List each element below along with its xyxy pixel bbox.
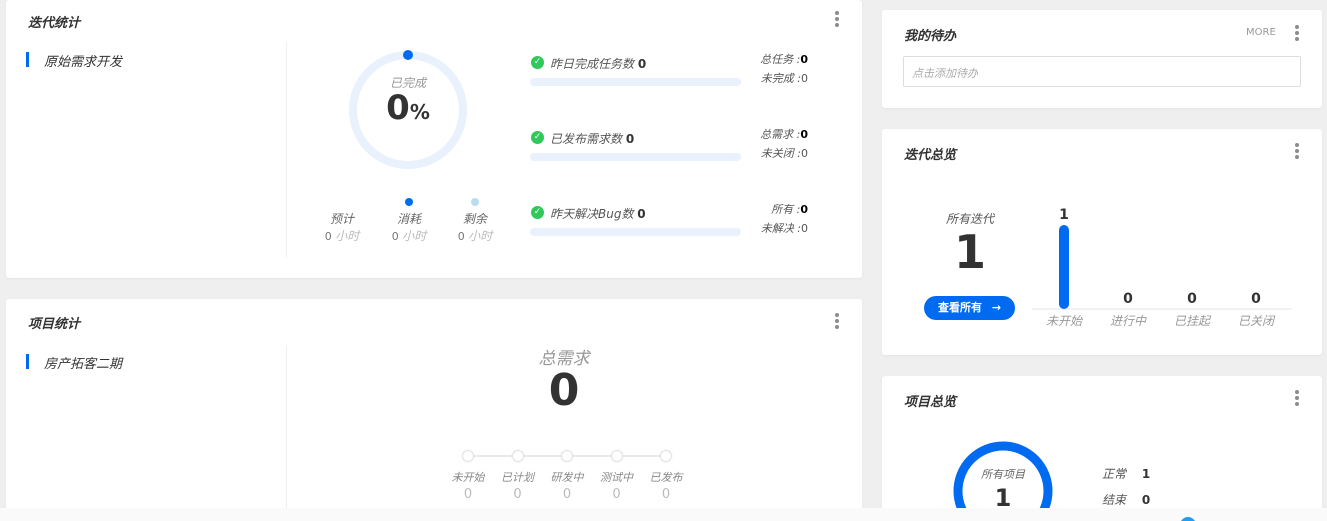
completed-value: 0 — [386, 88, 410, 128]
remaining-dot — [471, 198, 479, 206]
step-label: 未开始 — [451, 471, 485, 484]
step-value: 0 — [513, 487, 522, 502]
step-dot — [561, 450, 573, 462]
dashboard: 迭代统计 原始需求开发 已完成 0% 预计 0 小时 消耗 0 小时 剩余 0 … — [0, 0, 1327, 521]
chart-category-label: 已挂起 — [1174, 314, 1212, 328]
hours-consumed-label: 消耗 — [396, 212, 421, 226]
legend-ended: 结束 0 — [1102, 491, 1150, 508]
project-overview-card: 项目总览 所有项目 1 正常 1 结束 0 — [882, 376, 1322, 521]
stat-row-stories-r1: 总需求 :0 — [760, 128, 808, 141]
hours-remaining: 剩余 0 小时 — [449, 198, 501, 244]
stat-row-tasks-r2: 未完成 :0 — [760, 72, 808, 85]
stat-row-stories-value: 0 — [625, 132, 635, 146]
consumed-dot — [405, 198, 413, 206]
total-requirements-value: 0 — [548, 365, 580, 416]
hours-remaining-unit: 小时 — [468, 229, 493, 243]
completed-percent: 0% — [376, 88, 440, 128]
stat-row-bugs-r1: 所有 :0 — [771, 203, 808, 216]
chart-category-label: 未开始 — [1046, 314, 1083, 328]
iteration-stats-title: 迭代统计 — [28, 16, 81, 31]
completion-ring-indicator — [403, 50, 413, 60]
arrow-right-icon: → — [991, 301, 1002, 314]
hours-consumed: 消耗 0 小时 — [383, 198, 435, 244]
divider — [286, 42, 287, 258]
stat-row-tasks-r1: 总任务 :0 — [760, 53, 808, 66]
stat-row-bugs-label: 昨天解决Bug数 0 — [550, 207, 646, 221]
step-value: 0 — [463, 487, 473, 502]
iteration-stats-more-icon[interactable] — [832, 11, 842, 27]
legend-normal-label: 正常 — [1102, 467, 1127, 481]
legend-ended-value: 0 — [1141, 493, 1151, 507]
step-label: 研发中 — [550, 471, 584, 484]
stat-row-stories-label: 已发布需求数 0 — [550, 132, 635, 146]
todo-more-link[interactable]: MORE — [1246, 27, 1276, 38]
iteration-status-chart: 1 未开始 0 进行中 0 已挂起 0 已关闭 — [1032, 207, 1292, 328]
check-icon: ✓ — [531, 131, 544, 144]
hours-consumed-unit: 小时 — [402, 229, 427, 243]
stat-row-stories-r2: 未关闭 :0 — [760, 147, 808, 160]
iteration-overview-title: 迭代总览 — [904, 148, 957, 163]
legend-normal: 正常 1 — [1102, 465, 1150, 482]
hours-estimate-label: 预计 — [329, 212, 354, 226]
step-label: 已发布 — [649, 471, 683, 484]
bottom-bar — [0, 508, 1327, 521]
hours-estimate: 预计 0 小时 — [316, 198, 368, 244]
check-icon: ✓ — [531, 206, 544, 219]
stat-row-tasks-value: 0 — [637, 57, 647, 71]
chart-category-label: 已关闭 — [1238, 314, 1276, 328]
project-stats-card: 项目统计 房产拓客二期 总需求 0 未开始 0 已计划 0 研发中 0 测试中 0 已发布 0 — [6, 299, 862, 521]
chart-bar — [1059, 225, 1069, 309]
iteration-overview-card: 迭代总览 所有迭代 1 查看所有 → 1 未开始 0 进行中 0 已挂起 0 已关闭 — [882, 129, 1322, 355]
hours-estimate-unit: 小时 — [335, 229, 360, 243]
project-stats-more-icon[interactable] — [832, 313, 842, 329]
hours-remaining-value: 0 — [457, 230, 465, 243]
check-icon: ✓ — [531, 56, 544, 69]
hours-estimate-value: 0 — [324, 230, 332, 243]
step-dot — [511, 450, 524, 462]
stat-row-bugs-bar — [530, 228, 741, 236]
todo-title: 我的待办 — [904, 29, 957, 44]
step-label: 已计划 — [501, 471, 534, 484]
chart-data-label: 0 — [1251, 291, 1261, 307]
view-all-label: 查看所有 — [937, 301, 982, 314]
completed-unit: % — [409, 100, 430, 124]
todo-input[interactable]: 点击添加待办 — [903, 56, 1301, 87]
legend-normal-value: 1 — [1141, 467, 1151, 481]
view-all-button[interactable]: 查看所有 → — [924, 296, 1015, 320]
legend-ended-label: 结束 — [1102, 493, 1127, 507]
iteration-stats-card: 迭代统计 原始需求开发 已完成 0% 预计 0 小时 消耗 0 小时 剩余 0 … — [6, 0, 862, 278]
iteration-overview-more-icon[interactable] — [1292, 143, 1302, 159]
project-overview-title: 项目总览 — [904, 395, 957, 410]
stat-row-stories-bar — [530, 153, 741, 161]
todo-card: 我的待办 MORE 点击添加待办 — [882, 10, 1322, 108]
chart-data-label: 0 — [1123, 291, 1133, 307]
stat-row-tasks-label: 昨日完成任务数 0 — [550, 57, 647, 71]
project-overview-more-icon[interactable] — [1292, 390, 1302, 406]
stat-row-tasks-bar — [530, 78, 741, 86]
hours-remaining-label: 剩余 — [462, 212, 487, 226]
all-iterations-value: 1 — [953, 225, 986, 279]
hours-consumed-value: 0 — [391, 230, 399, 243]
project-side-item[interactable]: 房产拓客二期 — [26, 353, 122, 372]
todo-more-icon[interactable] — [1292, 25, 1302, 41]
step-dot — [610, 450, 623, 462]
chart-category-label: 进行中 — [1110, 314, 1147, 328]
project-stats-title: 项目统计 — [28, 317, 81, 332]
chart-data-label: 1 — [1059, 207, 1069, 223]
step-label: 测试中 — [600, 471, 633, 484]
project-ring-label: 所有项目 — [981, 468, 1025, 481]
step-dot — [462, 450, 474, 462]
step-value: 0 — [612, 487, 621, 502]
chart-data-label: 0 — [1187, 291, 1197, 307]
stat-row-bugs-value: 0 — [637, 207, 646, 221]
step-value: 0 — [661, 487, 671, 502]
step-dot — [660, 450, 672, 462]
iteration-side-item[interactable]: 原始需求开发 — [26, 51, 122, 70]
divider — [286, 345, 287, 521]
step-value: 0 — [562, 487, 572, 502]
stat-row-bugs-r2: 未解决 :0 — [760, 222, 808, 235]
